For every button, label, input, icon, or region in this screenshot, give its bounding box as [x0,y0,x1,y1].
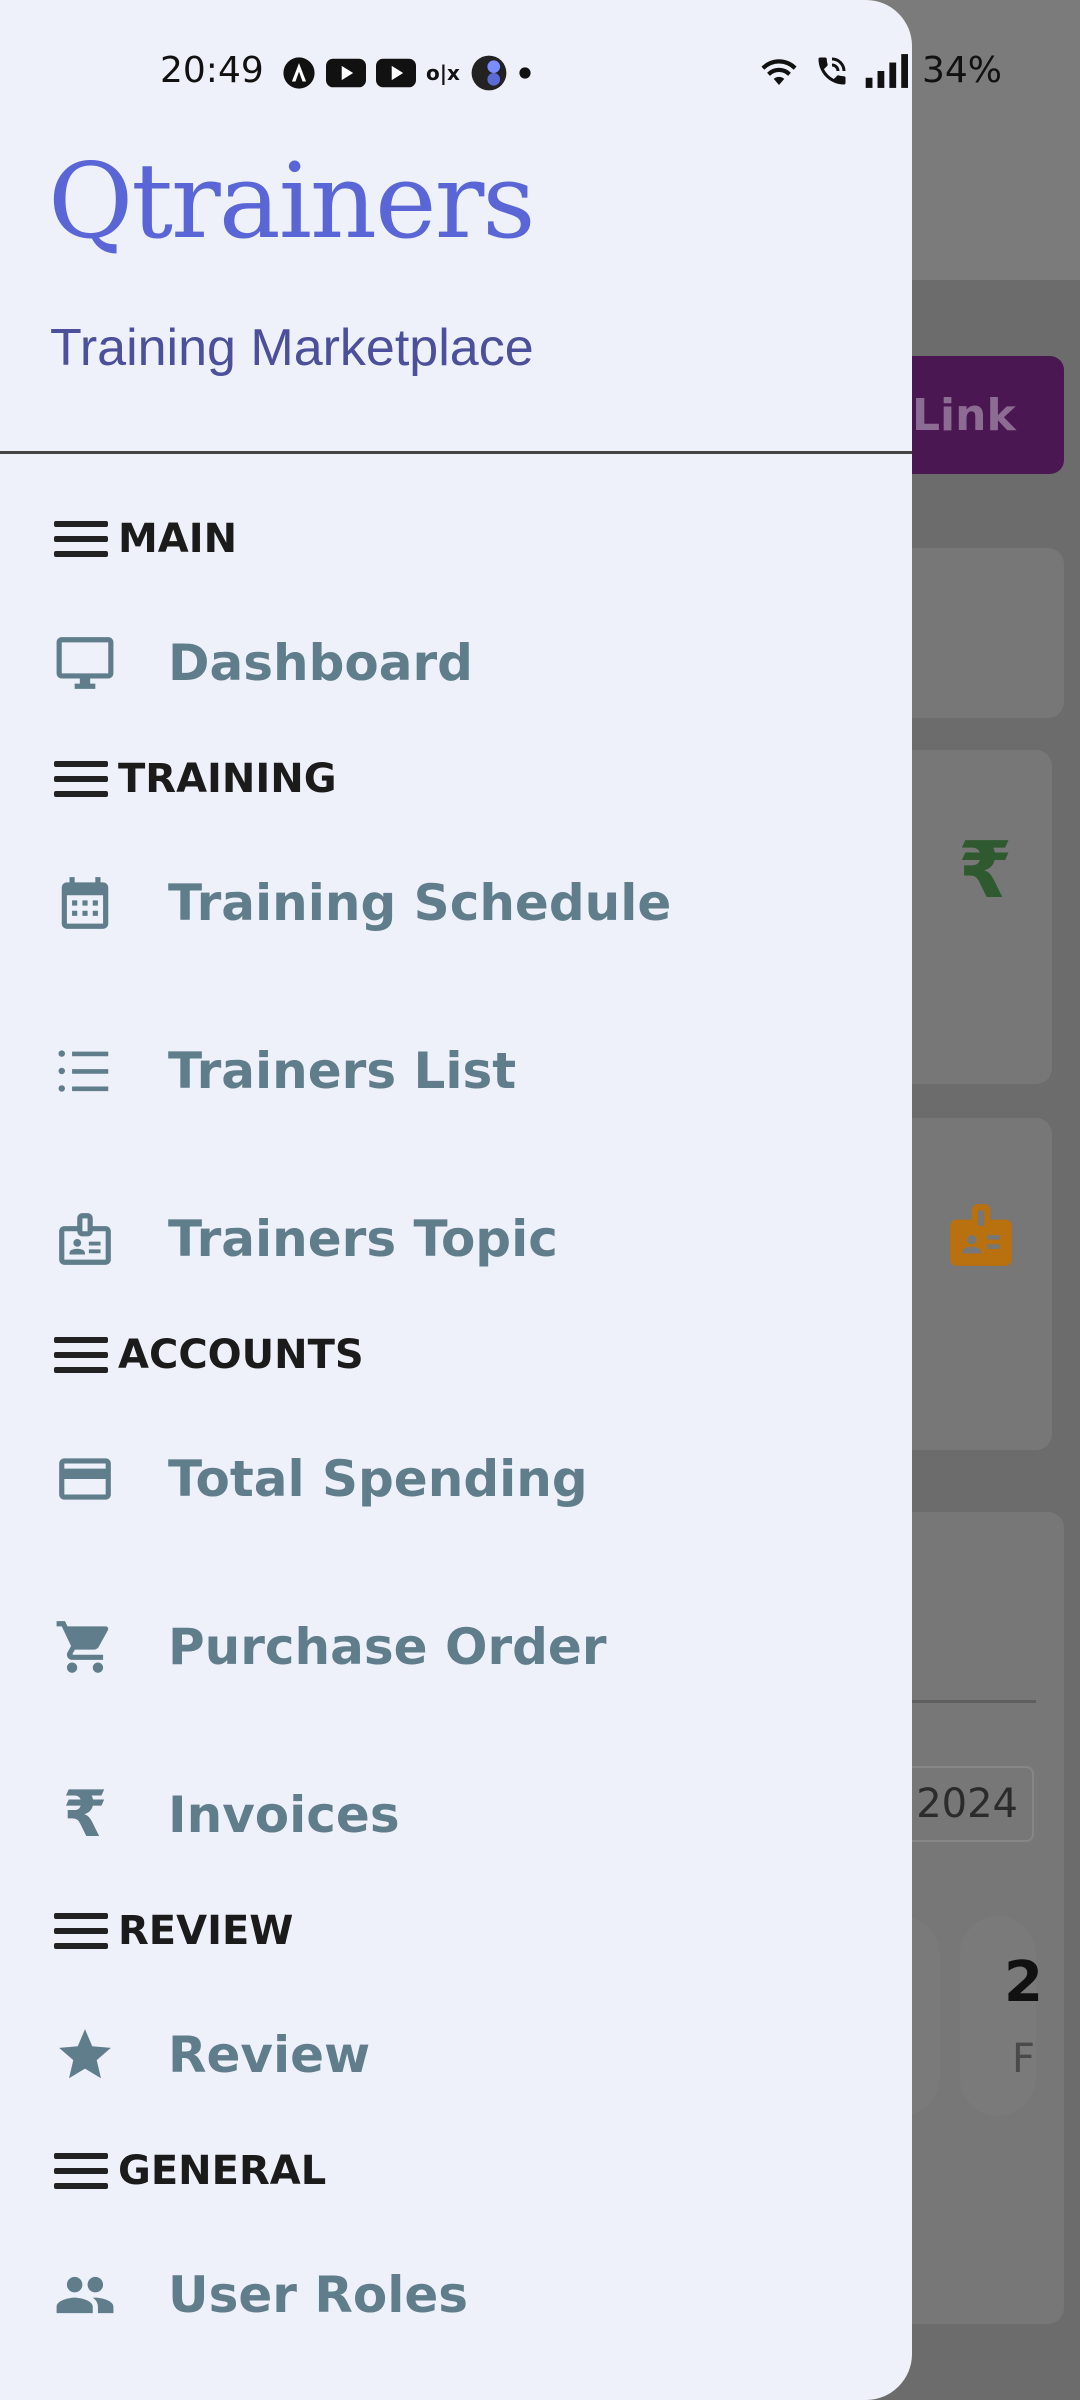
nav-item-training-schedule[interactable]: Training Schedule [50,868,671,938]
bg-divider [900,1700,1036,1703]
section-label: MAIN [118,516,238,562]
nav-item-total-spending[interactable]: Total Spending [50,1444,588,1514]
year-select[interactable]: 2024 [900,1766,1034,1842]
youtube-icon [326,58,366,88]
signal-icon [865,53,908,88]
section-label: REVIEW [118,1908,294,1954]
olx-icon: o|x [426,61,460,85]
star-icon [50,2020,120,2090]
nav-item-label: Trainers Topic [168,1210,558,1268]
nav-item-label: Total Spending [168,1450,588,1508]
menu-icon [54,2153,108,2189]
section-label: GENERAL [118,2148,327,2194]
stat-card [960,1916,1036,2116]
app-icon [471,55,507,91]
nav-item-label: Trainers List [168,1042,517,1100]
badge-icon [944,1198,1018,1276]
section-general: GENERAL [54,2148,326,2194]
nav-item-trainers-list[interactable]: Trainers List [50,1036,516,1106]
navigation-drawer: Qtrainers Training Marketplace MAIN Dash… [0,0,912,2400]
calendar-icon [50,868,120,938]
status-bar: 20:49 o|x 34% [0,40,1080,104]
dot-icon [519,67,531,79]
people-icon [50,2260,120,2330]
menu-icon [54,1337,108,1373]
credit-card-icon [50,1444,120,1514]
nav-item-dashboard[interactable]: Dashboard [50,628,473,698]
nav-item-label: Dashboard [168,634,473,692]
nav-item-label: Training Schedule [168,874,672,932]
menu-icon [54,761,108,797]
battery-level: 34% [922,50,1003,91]
section-accounts: ACCOUNTS [54,1332,364,1378]
nav-item-invoices[interactable]: ₹ Invoices [50,1778,400,1852]
section-label: ACCOUNTS [118,1332,364,1378]
nav-item-trainers-topic[interactable]: Trainers Topic [50,1204,558,1274]
nav-item-review[interactable]: Review [50,2020,370,2090]
section-label: TRAINING [118,756,337,802]
status-time: 20:49 [160,50,264,91]
section-main: MAIN [54,516,237,562]
monitor-icon [50,628,120,698]
wifi-icon [761,58,797,85]
badge-icon [50,1204,120,1274]
subtitle: Training Marketplace [50,319,534,377]
menu-icon [54,1913,108,1949]
nav-item-label: Invoices [168,1786,400,1844]
header-divider [0,451,912,454]
logo: Qtrainers [48,140,536,262]
cart-icon [50,1612,120,1682]
section-training: TRAINING [54,756,337,802]
menu-icon [54,521,108,557]
stat-label: F [1012,2036,1036,2082]
call-icon [818,57,846,84]
stat-number: 2 [1004,1950,1043,2015]
rupee-icon: ₹ [62,1778,108,1852]
youtube-icon [376,58,416,88]
rupee-icon: ₹ [958,826,1013,916]
nav-item-purchase-order[interactable]: Purchase Order [50,1612,606,1682]
nav-item-label: User Roles [168,2266,468,2324]
nav-item-user-roles[interactable]: User Roles [50,2260,468,2330]
vpn-icon [283,57,315,89]
system-icons: 34% [758,50,1002,91]
section-review: REVIEW [54,1908,293,1954]
nav-item-label: Review [168,2026,371,2084]
notification-icons: o|x [282,54,532,92]
nav-item-label: Purchase Order [168,1618,607,1676]
list-icon [50,1036,120,1106]
